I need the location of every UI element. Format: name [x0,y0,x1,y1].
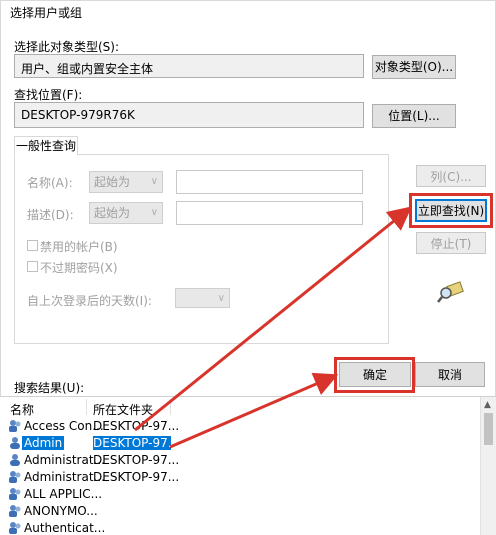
name-mode-select[interactable]: 起始为 ∨ [89,171,163,193]
user-icon [8,453,22,467]
location-button[interactable]: 位置(L)... [372,104,456,128]
name-label: 名称(A): [27,176,73,190]
row-folder: DESKTOP-97... [93,436,180,450]
column-divider [86,399,87,415]
object-type-button[interactable]: 对象类型(O)... [372,55,456,79]
disabled-accounts-checkbox[interactable] [27,240,38,251]
user-group-icon [8,419,22,433]
no-expire-password-checkbox[interactable] [27,261,38,272]
table-row[interactable]: ALL APPLIC... [0,486,480,503]
row-name: Admin [22,436,65,450]
results-list[interactable]: 名称 所在文件夹 Access Con... DESKTOP-97... Adm… [0,396,496,535]
object-type-label: 选择此对象类型(S): [14,40,120,54]
row-name: ALL APPLIC... [24,487,103,501]
user-group-icon [8,470,22,484]
description-label: 描述(D): [27,208,74,222]
name-input[interactable] [176,170,363,194]
description-input[interactable] [176,201,363,225]
scroll-up-icon[interactable]: ▲ [484,400,491,410]
table-row[interactable]: ANONYMO... [0,503,480,520]
no-expire-password-label: 不过期密码(X) [40,261,118,275]
description-mode-value: 起始为 [94,206,131,220]
user-icon [8,436,22,450]
table-row[interactable]: Admin DESKTOP-97... [0,435,480,452]
row-name: ANONYMO... [24,504,98,518]
stop-button[interactable]: 停止(T) [416,232,486,254]
ok-button[interactable]: 确定 [339,362,411,387]
results-label: 搜索结果(U): [14,381,85,395]
chevron-down-icon: ∨ [217,293,225,304]
results-scrollbar[interactable]: ▲ [480,397,496,535]
table-row[interactable]: Administrat... DESKTOP-97... [0,469,480,486]
column-header-folder[interactable]: 所在文件夹 [93,401,153,418]
cancel-button[interactable]: 取消 [415,362,485,387]
disabled-accounts-label: 禁用的帐户(B) [40,240,118,254]
find-now-button[interactable]: 立即查找(N) [415,199,487,222]
user-group-icon [8,504,22,518]
user-group-icon [8,521,22,535]
search-icon [436,278,466,304]
location-field: DESKTOP-979R76K [14,102,364,128]
column-divider [170,399,171,415]
days-since-login-select[interactable]: ∨ [175,288,230,308]
row-name: Authenticat... [24,521,106,535]
row-name: Access Con... [24,419,104,433]
days-since-login-label: 自上次登录后的天数(I): [27,294,152,308]
user-group-icon [8,487,22,501]
scrollbar-thumb[interactable] [484,413,493,445]
table-row[interactable]: Administrat... DESKTOP-97... [0,452,480,469]
row-folder: DESKTOP-97... [93,470,180,484]
chevron-down-icon: ∨ [150,176,158,187]
table-row[interactable]: Authenticat... [0,520,480,535]
table-row[interactable]: Access Con... DESKTOP-97... [0,418,480,435]
tab-general-query[interactable]: 一般性查询 [14,136,78,156]
description-mode-select[interactable]: 起始为 ∨ [89,202,163,224]
window-title: 选择用户或组 [10,6,83,20]
row-folder: DESKTOP-97... [93,453,180,467]
object-type-field: 用户、组或内置安全主体 [14,54,364,78]
location-label: 查找位置(F): [14,88,83,102]
name-mode-value: 起始为 [94,175,131,189]
column-header-name[interactable]: 名称 [10,401,34,418]
row-folder: DESKTOP-97... [93,419,180,433]
columns-button[interactable]: 列(C)... [416,165,486,187]
chevron-down-icon: ∨ [150,207,158,218]
